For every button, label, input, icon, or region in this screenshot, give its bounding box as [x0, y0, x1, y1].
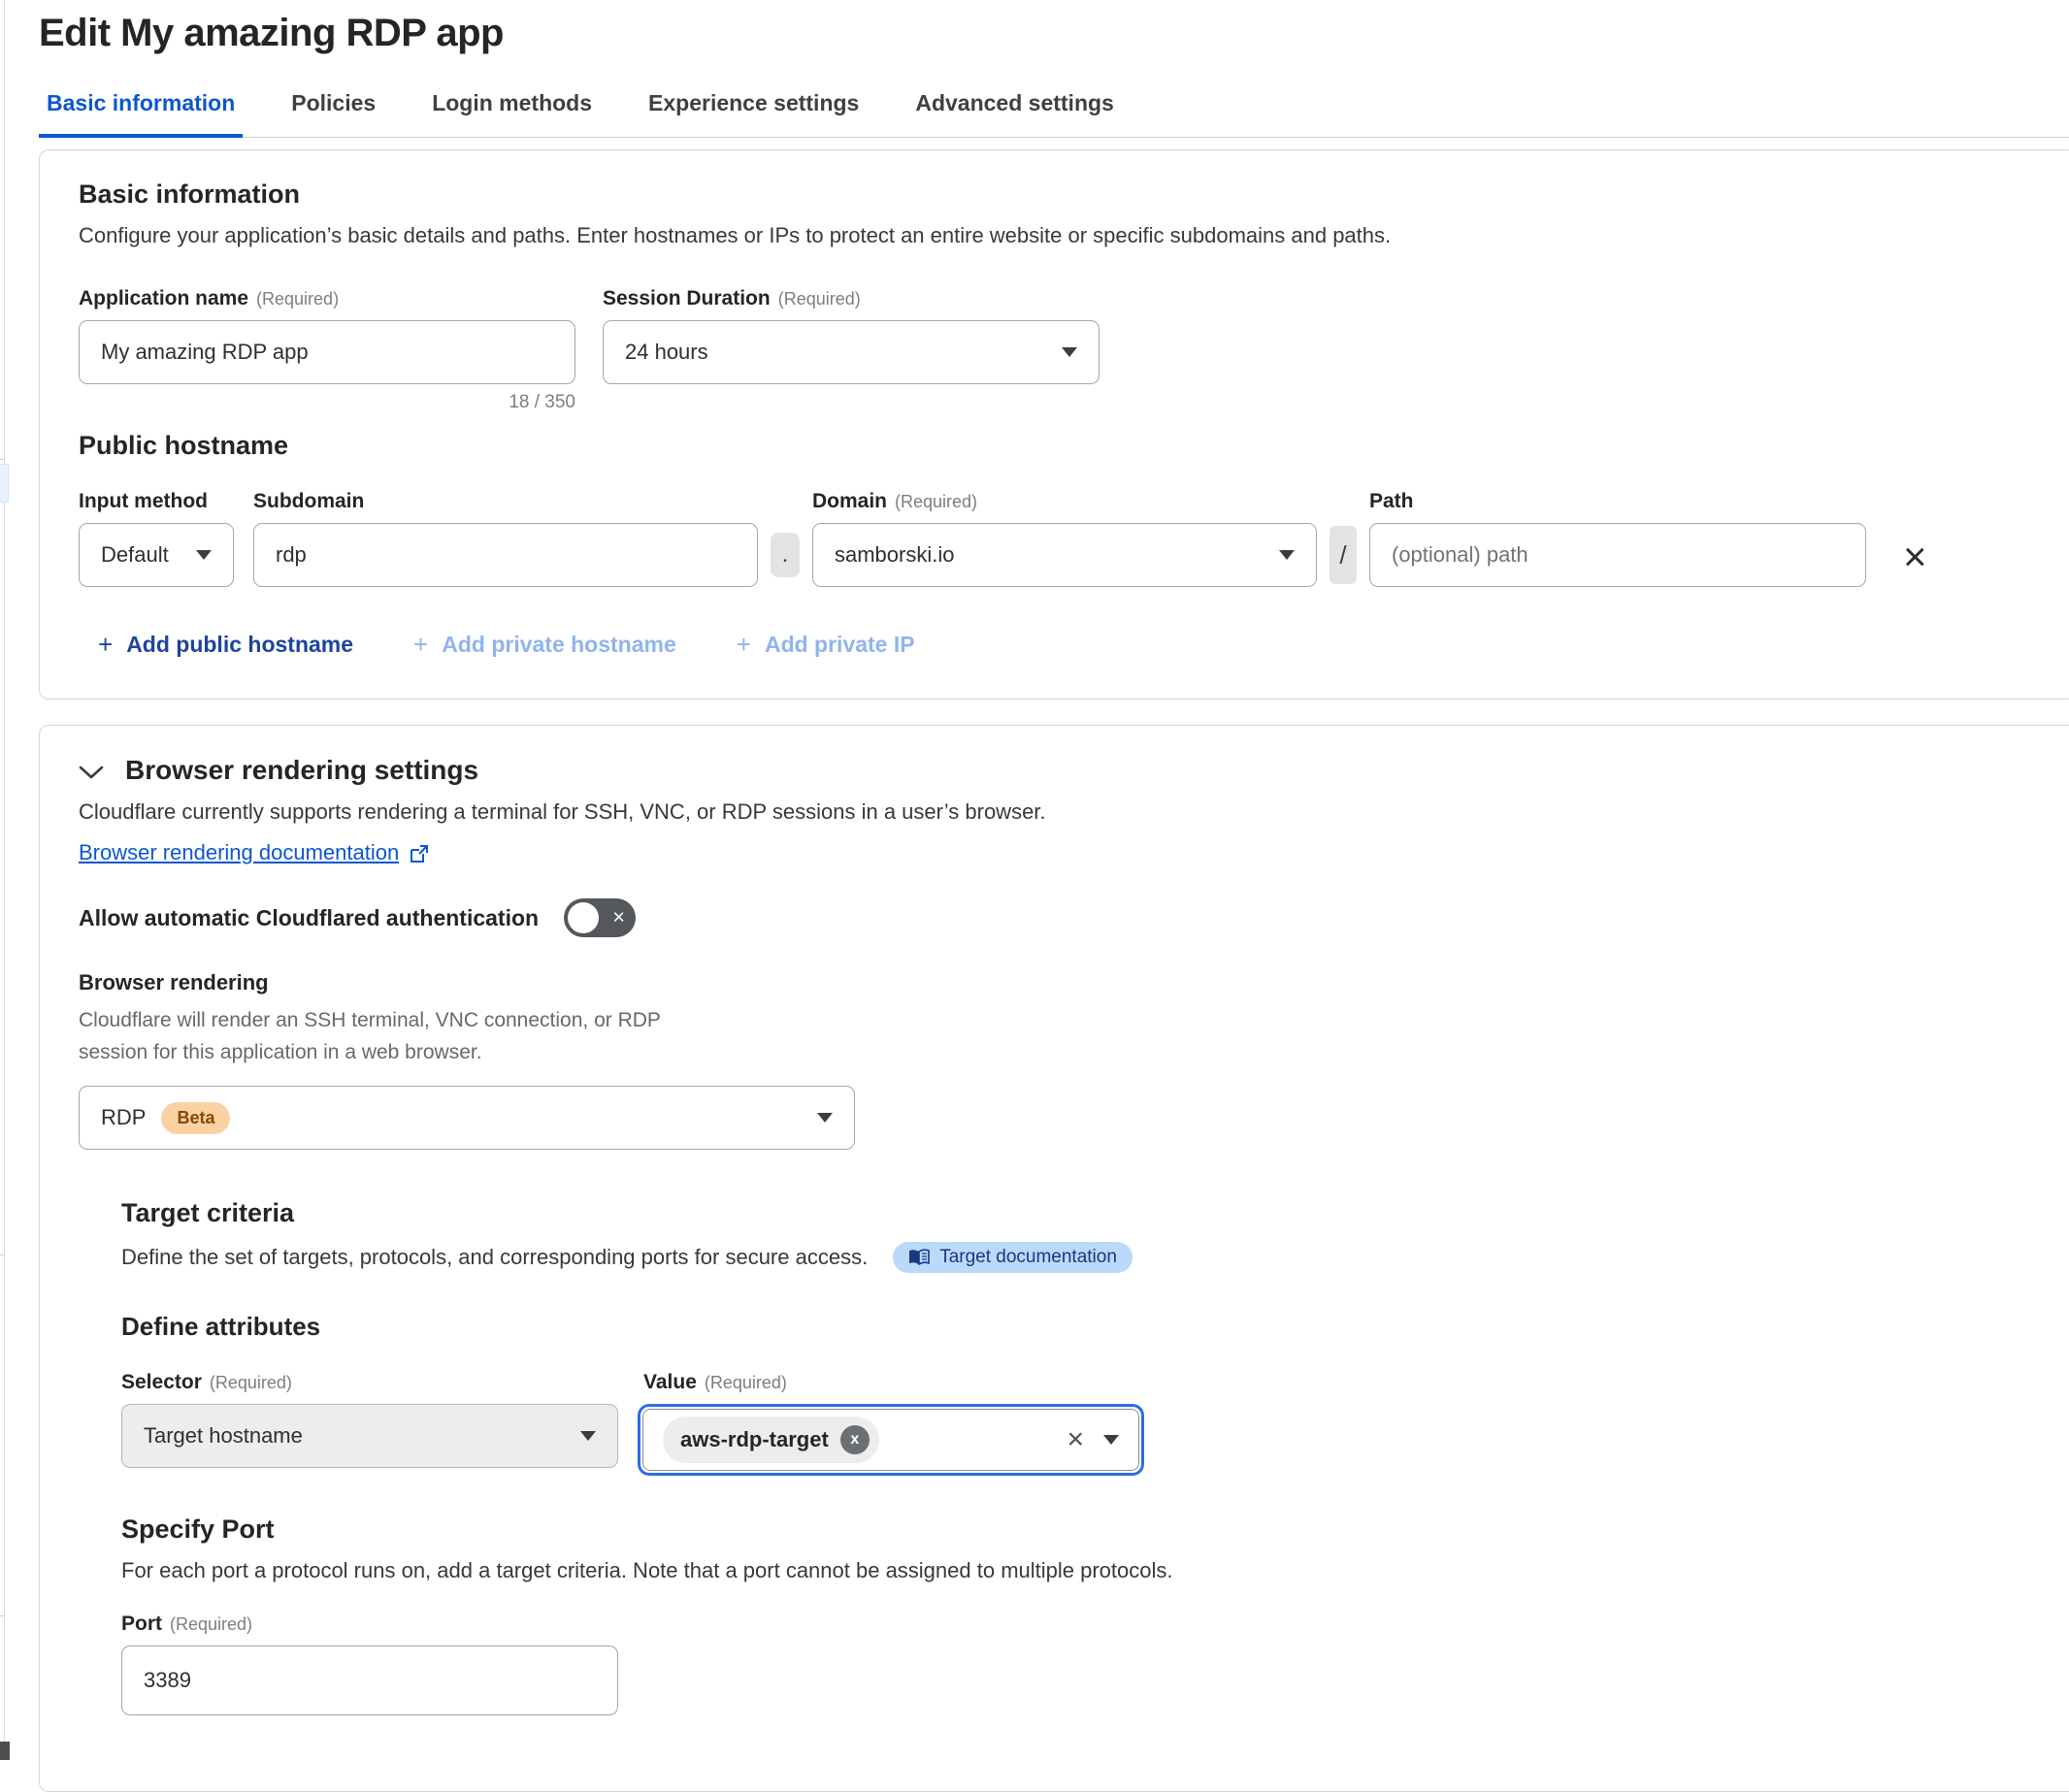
domain-label: Domain — [812, 490, 887, 512]
chevron-down-icon — [817, 1113, 833, 1123]
input-method-value: Default — [101, 542, 169, 568]
left-panel-divider — [4, 0, 5, 1760]
slash-separator: / — [1330, 526, 1357, 584]
scrollbar-sliver[interactable] — [0, 1742, 10, 1760]
tab-policies[interactable]: Policies — [283, 90, 383, 137]
target-documentation-badge[interactable]: Target documentation — [893, 1242, 1133, 1273]
define-attributes-heading: Define attributes — [121, 1312, 2037, 1342]
subdomain-label: Subdomain — [253, 490, 364, 512]
input-method-label: Input method — [79, 490, 208, 512]
session-duration-select[interactable]: 24 hours — [603, 320, 1100, 384]
specify-port-heading: Specify Port — [121, 1515, 2037, 1545]
required-hint: (Required) — [895, 492, 977, 511]
basic-information-heading: Basic information — [79, 179, 2037, 210]
chevron-down-icon — [1062, 347, 1077, 357]
port-label: Port — [121, 1613, 162, 1635]
public-hostname-heading: Public hostname — [79, 431, 2037, 461]
plus-icon: + — [98, 630, 113, 660]
path-input[interactable] — [1369, 523, 1866, 587]
target-criteria-heading: Target criteria — [121, 1198, 2037, 1228]
tab-advanced-settings[interactable]: Advanced settings — [907, 90, 1122, 137]
chevron-down-icon — [79, 765, 104, 780]
character-counter: 18 / 350 — [79, 392, 575, 413]
cloudflared-auth-toggle[interactable]: × — [564, 898, 636, 937]
tab-bar: Basic information Policies Login methods… — [39, 90, 2069, 138]
cloudflared-auth-toggle-label: Allow automatic Cloudflared authenticati… — [79, 905, 539, 931]
beta-badge: Beta — [161, 1102, 230, 1134]
tab-login-methods[interactable]: Login methods — [424, 90, 600, 137]
port-input[interactable] — [121, 1645, 618, 1715]
value-multiselect-focus-ring: aws-rdp-target x × — [638, 1404, 1144, 1476]
tab-basic-information[interactable]: Basic information — [39, 90, 243, 138]
value-tag: aws-rdp-target x — [663, 1417, 879, 1463]
browser-rendering-select-label: Browser rendering — [79, 970, 2037, 995]
path-label: Path — [1369, 490, 1414, 512]
add-private-hostname-button[interactable]: + Add private hostname — [413, 630, 676, 660]
left-edge-tick — [0, 1254, 5, 1255]
required-hint: (Required) — [778, 289, 861, 309]
basic-information-card: Basic information Configure your applica… — [39, 149, 2069, 700]
value-multiselect[interactable]: aws-rdp-target x × — [642, 1409, 1139, 1471]
selector-select[interactable]: Target hostname — [121, 1404, 618, 1468]
required-hint: (Required) — [705, 1373, 787, 1392]
browser-rendering-value: RDP — [101, 1105, 146, 1130]
required-hint: (Required) — [170, 1614, 252, 1634]
remove-hostname-icon[interactable]: × — [1903, 537, 1927, 577]
tag-remove-icon[interactable]: x — [840, 1425, 870, 1454]
application-name-input[interactable] — [79, 320, 575, 384]
selector-label: Selector — [121, 1371, 202, 1393]
external-link-icon — [409, 843, 430, 864]
browser-rendering-select-description: Cloudflare will render an SSH terminal, … — [79, 1005, 690, 1068]
chevron-down-icon — [196, 550, 212, 560]
application-name-label: Application name — [79, 287, 248, 310]
toggle-off-x-icon: × — [612, 904, 625, 929]
dot-separator: . — [771, 533, 800, 577]
domain-select[interactable]: samborski.io — [812, 523, 1317, 587]
book-icon — [908, 1249, 930, 1266]
add-public-hostname-button[interactable]: + Add public hostname — [98, 630, 353, 660]
plus-icon: + — [413, 630, 428, 660]
left-edge-tick — [0, 459, 5, 460]
main-content: Edit My amazing RDP app Basic informatio… — [39, 0, 2069, 1792]
required-hint: (Required) — [210, 1373, 292, 1392]
browser-rendering-select[interactable]: RDP Beta — [79, 1086, 855, 1150]
chevron-down-icon — [1279, 550, 1295, 560]
value-label: Value — [643, 1371, 697, 1393]
plus-icon: + — [737, 630, 751, 660]
browser-rendering-doc-link[interactable]: Browser rendering documentation — [79, 840, 399, 865]
sidebar-item-sliver — [0, 464, 9, 503]
browser-rendering-card: Browser rendering settings Cloudflare cu… — [39, 725, 2069, 1792]
browser-rendering-collapse-header[interactable]: Browser rendering settings — [79, 755, 2037, 786]
session-duration-label: Session Duration — [603, 287, 771, 310]
specify-port-description: For each port a protocol runs on, add a … — [121, 1558, 2037, 1583]
browser-rendering-description: Cloudflare currently supports rendering … — [79, 799, 2037, 825]
basic-information-description: Configure your application’s basic detai… — [79, 223, 2037, 248]
domain-value: samborski.io — [835, 542, 954, 568]
target-criteria-description: Define the set of targets, protocols, an… — [121, 1245, 868, 1270]
chevron-down-icon[interactable] — [1103, 1435, 1119, 1445]
subdomain-input[interactable] — [253, 523, 758, 587]
left-edge-tick — [0, 1615, 5, 1616]
tab-experience-settings[interactable]: Experience settings — [640, 90, 867, 137]
session-duration-value: 24 hours — [625, 340, 708, 365]
add-private-ip-button[interactable]: + Add private IP — [737, 630, 915, 660]
selector-value: Target hostname — [144, 1423, 303, 1449]
page-title: Edit My amazing RDP app — [39, 0, 2069, 55]
input-method-select[interactable]: Default — [79, 523, 234, 587]
toggle-knob — [568, 902, 599, 933]
chevron-down-icon — [580, 1431, 596, 1441]
required-hint: (Required) — [256, 289, 339, 309]
browser-rendering-heading: Browser rendering settings — [125, 755, 478, 786]
clear-icon[interactable]: × — [1067, 1425, 1084, 1454]
